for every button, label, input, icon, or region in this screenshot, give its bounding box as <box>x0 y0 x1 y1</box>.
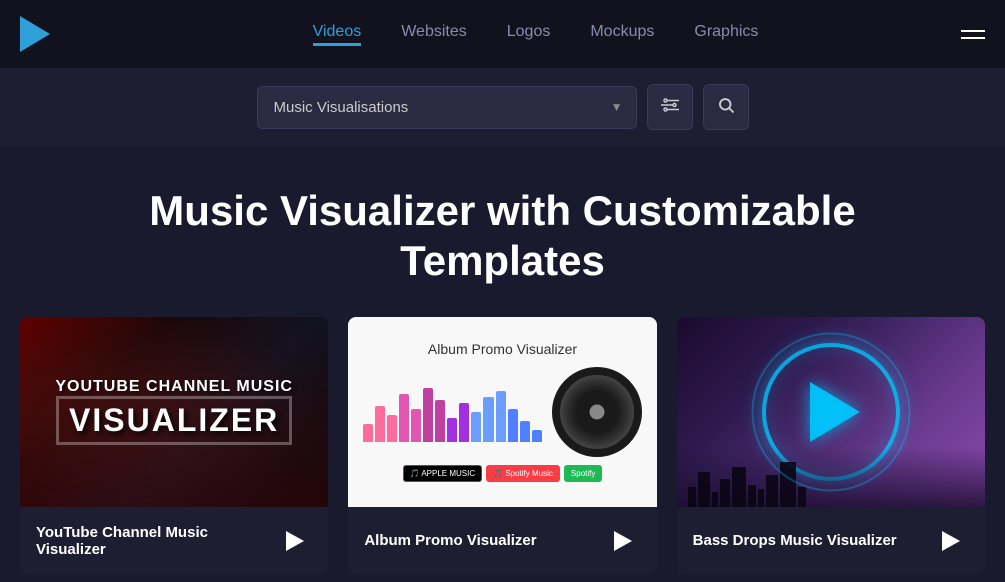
card-thumbnail-3 <box>677 317 985 507</box>
card-album-promo[interactable]: Album Promo Visualizer <box>348 317 656 575</box>
hero-title: Music Visualizer with Customizable Templ… <box>113 186 893 287</box>
card-thumbnail-1: YouTube Channel Music VISUALIZER <box>20 317 328 507</box>
waveform <box>363 382 541 442</box>
header: Videos Websites Logos Mockups Graphics <box>0 0 1005 68</box>
search-bar: Music Visualisations ▼ <box>0 68 1005 146</box>
card-youtube-visualizer[interactable]: YouTube Channel Music VISUALIZER YouTube… <box>20 317 328 575</box>
nav-item-websites[interactable]: Websites <box>401 23 467 46</box>
card-text-top-1: YouTube Channel Music <box>55 378 293 396</box>
play-button-1[interactable] <box>277 523 312 559</box>
card-label-3: Bass Drops Music Visualizer <box>693 532 897 549</box>
nav-item-logos[interactable]: Logos <box>507 23 551 46</box>
category-select-wrapper: Music Visualisations ▼ <box>257 86 637 129</box>
card-bass-drops[interactable]: Bass Drops Music Visualizer <box>677 317 985 575</box>
hero-section: Music Visualizer with Customizable Templ… <box>0 146 1005 317</box>
play-icon-2 <box>614 531 632 551</box>
badge-spotify: Spotify <box>564 465 602 482</box>
card-image-1: YouTube Channel Music VISUALIZER <box>20 317 328 507</box>
logo-icon <box>20 16 50 52</box>
album-badges: 🎵 APPLE MUSIC 🎵 Spotify Music Spotify <box>403 465 603 482</box>
album-cover <box>552 367 642 457</box>
main-nav: Videos Websites Logos Mockups Graphics <box>110 23 961 46</box>
card-label-2: Album Promo Visualizer <box>364 532 536 549</box>
card-footer-3: Bass Drops Music Visualizer <box>677 507 985 575</box>
card-thumbnail-2: Album Promo Visualizer <box>348 317 656 507</box>
cards-section: YouTube Channel Music VISUALIZER YouTube… <box>0 317 1005 575</box>
logo[interactable] <box>20 16 50 52</box>
category-select[interactable]: Music Visualisations <box>257 86 637 129</box>
play-icon-3 <box>942 531 960 551</box>
hamburger-line-2 <box>961 37 985 39</box>
album-content <box>363 367 641 457</box>
badge-apple-music: 🎵 APPLE MUSIC <box>403 465 483 482</box>
album-promo-title: Album Promo Visualizer <box>428 341 577 357</box>
city-silhouette <box>677 447 985 507</box>
hamburger-line-1 <box>961 30 985 32</box>
play-button-2[interactable] <box>605 523 641 559</box>
nav-item-graphics[interactable]: Graphics <box>694 23 758 46</box>
card-footer-2: Album Promo Visualizer <box>348 507 656 575</box>
badge-spotify-music: 🎵 Spotify Music <box>486 465 560 482</box>
card-footer-1: YouTube Channel Music Visualizer <box>20 507 328 575</box>
nav-item-mockups[interactable]: Mockups <box>590 23 654 46</box>
nav-item-videos[interactable]: Videos <box>313 23 362 46</box>
filter-icon <box>661 96 679 119</box>
play-triangle-large <box>810 382 860 442</box>
search-button[interactable] <box>703 84 749 130</box>
play-button-3[interactable] <box>933 523 969 559</box>
play-icon-1 <box>286 531 304 551</box>
card-image-3 <box>677 317 985 507</box>
card-label-1: YouTube Channel Music Visualizer <box>36 524 277 558</box>
filter-button[interactable] <box>647 84 693 130</box>
hamburger-menu[interactable] <box>961 30 985 39</box>
search-icon <box>717 96 735 119</box>
card-text-main-1: VISUALIZER <box>56 396 292 445</box>
card-image-2: Album Promo Visualizer <box>348 317 656 507</box>
